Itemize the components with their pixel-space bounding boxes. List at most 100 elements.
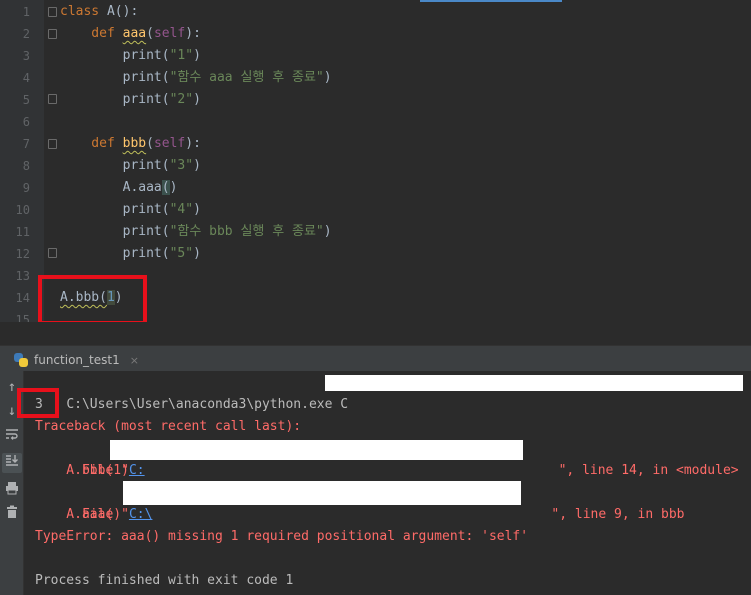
code-line[interactable]: 6 [0,111,751,133]
soft-wrap-icon[interactable] [2,427,22,447]
line-number: 13 [15,269,30,283]
python-icon [14,353,28,367]
code-token: self [153,136,186,151]
run-tab[interactable]: function_test1 × [14,350,139,370]
line-number: 7 [22,137,30,151]
code-token: ) [323,70,332,85]
code-line[interactable]: 8 print("3") [0,155,751,177]
frame-2-file-link[interactable]: C:\ [129,507,152,522]
fold-marker-icon[interactable] [48,29,57,39]
code-editor[interactable]: 1 class A(): 2 def aaa(self): 3 print("1") 4… [0,0,751,322]
code-token: ): [185,136,201,151]
line-number: 8 [22,159,30,173]
code-line[interactable]: 9 A.aaa() [0,177,751,199]
code-token: ( [146,136,154,151]
code-text: print("1") [60,45,201,67]
code-text: A.aaa() [60,177,177,199]
code-token: "함수 aaa 실행 후 종료" [169,70,324,85]
line-number: 2 [22,27,30,41]
redacted-path [110,440,523,460]
line-number: 11 [15,225,30,239]
code-token: print( [60,246,170,261]
code-token: print( [60,158,170,173]
line-number: 10 [15,203,30,217]
code-token: print( [60,70,170,85]
process-exit-message: Process finished with exit code 1 [35,573,294,588]
redacted-path [123,481,521,505]
highlight-box-call [38,275,147,322]
code-token: "함수 bbb 실행 후 종료" [169,224,324,239]
traceback-header: Traceback (most recent call last): [35,419,302,434]
fold-marker-icon[interactable] [48,7,57,17]
code-text: print("2") [60,89,201,111]
code-line[interactable]: 4 print("함수 aaa 실행 후 종료") [0,67,751,89]
line-number: 3 [22,49,30,63]
code-token: ( [146,26,154,41]
code-text: print("함수 aaa 실행 후 종료") [60,67,332,89]
run-tab-label: function_test1 [34,353,120,367]
code-line[interactable]: 3 print("1") [0,45,751,67]
line-number: 6 [22,115,30,129]
code-token: ) [323,224,332,239]
code-line[interactable]: 2 def aaa(self): [0,23,751,45]
line-number: 4 [22,71,30,85]
traceback-frame-1-code: A.bbb(1) [35,463,129,478]
traceback-frame-2-code: A.aaa() [35,507,122,522]
code-token: "5" [169,246,194,261]
line-number: 9 [22,181,30,195]
code-token: "2" [169,92,194,107]
code-token: A(): [106,4,139,19]
code-line[interactable]: 10 print("4") [0,199,751,221]
fold-marker-icon[interactable] [48,139,57,149]
code-token: print( [60,92,170,107]
code-token: "4" [169,202,194,217]
code-token: bbb [122,136,147,151]
code-token: print( [60,224,170,239]
code-text: def aaa(self): [60,23,201,45]
code-token: ) [193,246,201,261]
line-number: 1 [22,5,30,19]
code-text: print("3") [60,155,201,177]
code-token: "1" [169,48,194,63]
code-token: print( [60,48,170,63]
code-line[interactable]: 5 print("2") [0,89,751,111]
scroll-to-end-icon[interactable] [2,453,22,473]
code-token: aaa [122,26,147,41]
code-line[interactable]: 12 print("5") [0,243,751,265]
close-icon[interactable]: × [130,354,139,367]
code-line[interactable]: 11 print("함수 bbb 실행 후 종료") [0,221,751,243]
code-line[interactable]: 1 class A(): [0,1,751,23]
code-token: ) [193,92,201,107]
trash-icon[interactable] [2,505,22,525]
error-message: TypeError: aaa() missing 1 required posi… [35,529,529,544]
frame-2-suffix: ", line 9, in bbb [551,507,685,522]
code-token: ( [161,180,170,195]
code-token: def [60,26,123,41]
code-token: def [60,136,123,151]
line-number: 15 [15,313,30,322]
frame-1-suffix: ", line 14, in <module> [558,463,739,478]
code-line[interactable]: 7 def bbb(self): [0,133,751,155]
code-text: print("5") [60,243,201,265]
console-command-line: C:\Users\User\anaconda3\python.exe C [35,372,348,412]
frame-1-file-link[interactable]: C: [129,463,145,478]
fold-marker-icon[interactable] [48,94,57,104]
code-token: class [60,4,107,19]
line-number: 14 [15,291,30,305]
print-icon[interactable] [2,481,22,501]
code-token: ) [193,48,201,63]
console-output[interactable]: C:\Users\User\anaconda3\python.exe C 3 T… [17,371,751,595]
code-token: "3" [169,158,194,173]
code-token: ) [193,202,201,217]
code-token: self [153,26,186,41]
line-number: 5 [22,93,30,107]
fold-marker-icon[interactable] [48,248,57,258]
code-token: ) [193,158,201,173]
highlight-box-output [17,388,59,418]
line-number: 12 [15,247,30,261]
code-token: A.aaa [60,180,162,195]
code-text: def bbb(self): [60,133,201,155]
code-text: print("함수 bbb 실행 후 종료") [60,221,332,243]
code-token: ) [169,180,178,195]
code-token: print( [60,202,170,217]
